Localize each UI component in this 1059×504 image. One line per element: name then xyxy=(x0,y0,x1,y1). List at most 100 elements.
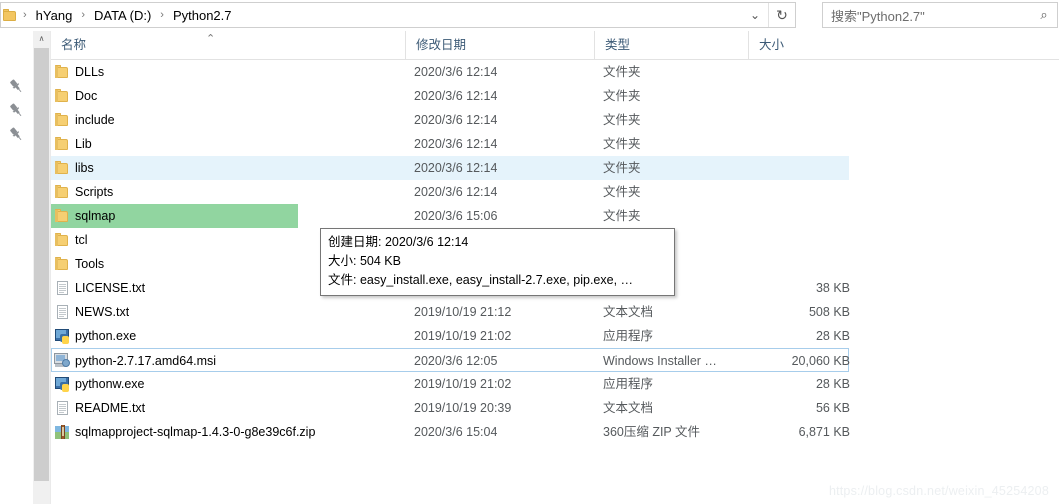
folder-tooltip: 创建日期: 2020/3/6 12:14 大小: 504 KB 文件: easy… xyxy=(320,228,675,296)
cell-type: 应用程序 xyxy=(603,377,654,391)
cell-size: 6,871 KB xyxy=(798,425,850,439)
table-row[interactable]: NEWS.txt 2019/10/19 21:12 文本文档 508 KB xyxy=(51,300,850,324)
breadcrumb-separator-0: › xyxy=(23,9,27,21)
table-row[interactable]: sqlmapproject-sqlmap-1.4.3-0-g8e39c6f.zi… xyxy=(51,420,850,444)
table-row[interactable]: python.exe 2019/10/19 21:02 应用程序 28 KB xyxy=(51,324,850,348)
table-row[interactable]: README.txt 2019/10/19 20:39 文本文档 56 KB xyxy=(51,396,850,420)
pin-icon[interactable] xyxy=(8,126,25,143)
folder-icon xyxy=(54,88,71,104)
sort-ascending-icon: ⌃ xyxy=(206,33,216,45)
scrollbar-thumb[interactable] xyxy=(34,48,49,481)
breadcrumb-separator-2: › xyxy=(160,9,164,21)
navigation-scrollbar[interactable]: ∧ xyxy=(33,31,51,504)
zip-archive-icon xyxy=(54,424,71,440)
column-header-type[interactable]: 类型 xyxy=(594,31,748,59)
breadcrumb-python27[interactable]: Python2.7 xyxy=(170,6,235,25)
pin-icon[interactable] xyxy=(8,102,25,119)
file-explorer-window: › hYang › DATA (D:) › Python2.7 ⌄ ↻ 搜索"P… xyxy=(0,0,1059,504)
cell-type: 文件夹 xyxy=(603,185,641,199)
row-occluded-cells: 2020/3/6 15:06 文件夹 xyxy=(51,204,849,228)
python-exe-icon xyxy=(54,328,71,344)
cell-size: 20,060 KB xyxy=(791,354,850,368)
cell-date: 2019/10/19 21:12 xyxy=(414,305,512,319)
cell-date: 2020/3/6 12:14 xyxy=(414,161,498,175)
address-bar[interactable]: › hYang › DATA (D:) › Python2.7 ⌄ ↻ xyxy=(0,2,796,28)
search-input[interactable]: 搜索"Python2.7" xyxy=(823,6,1031,25)
column-header-date[interactable]: 修改日期 xyxy=(405,31,594,59)
table-row[interactable]: python-2.7.17.amd64.msi 2020/3/6 12:05 Win… xyxy=(51,348,850,372)
text-document-icon xyxy=(54,304,71,320)
scroll-up-icon[interactable]: ∧ xyxy=(33,31,50,47)
folder-icon xyxy=(54,184,71,200)
table-row[interactable]: pythonw.exe 2019/10/19 21:02 应用程序 28 KB xyxy=(51,372,850,396)
cell-type: 文件夹 xyxy=(603,89,641,103)
cell-type: 文件夹 xyxy=(603,161,641,175)
watermark: https://blog.csdn.net/weixin_45254208 xyxy=(828,484,1049,498)
column-header-name[interactable]: 名称 ⌃ xyxy=(51,31,405,59)
column-header-size[interactable]: 大小 xyxy=(748,31,850,59)
table-row[interactable]: Doc 2020/3/6 12:14 文件夹 xyxy=(51,84,849,108)
folder-icon xyxy=(3,9,17,21)
cell-date: 2020/3/6 15:04 xyxy=(414,425,498,439)
cell-date: 2019/10/19 20:39 xyxy=(414,401,512,415)
breadcrumb-data-d[interactable]: DATA (D:) xyxy=(91,6,154,25)
folder-icon xyxy=(54,160,71,176)
cell-type: 文本文档 xyxy=(603,305,654,319)
cell-name: DLLs xyxy=(75,65,105,79)
cell-size: 508 KB xyxy=(808,305,850,319)
table-row[interactable]: include 2020/3/6 12:14 文件夹 xyxy=(51,108,849,132)
cell-date: 2019/10/19 21:02 xyxy=(414,377,512,391)
cell-type: 文件夹 xyxy=(603,65,641,79)
search-icon[interactable]: ⌕ xyxy=(1031,7,1057,23)
folder-icon xyxy=(54,232,71,248)
folder-icon xyxy=(54,256,71,272)
breadcrumb-hyang[interactable]: hYang xyxy=(33,6,76,25)
text-document-icon xyxy=(54,280,71,296)
cell-size: 56 KB xyxy=(815,401,850,415)
cell-size xyxy=(757,180,850,204)
table-row[interactable]: libs 2020/3/6 12:14 文件夹 xyxy=(51,156,849,180)
folder-icon xyxy=(54,208,71,224)
cell-size: 28 KB xyxy=(815,329,850,343)
cell-size xyxy=(757,228,850,252)
cell-name: python.exe xyxy=(75,329,137,343)
cell-name: sqlmapproject-sqlmap-1.4.3-0-g8e39c6f.zi… xyxy=(75,425,316,439)
cell-name: Doc xyxy=(75,89,98,103)
cell-name: python-2.7.17.amd64.msi xyxy=(75,354,217,368)
cell-date: 2020/3/6 12:14 xyxy=(414,89,498,103)
column-header-row: 名称 ⌃ 修改日期 类型 大小 xyxy=(51,31,1059,60)
cell-size: 28 KB xyxy=(815,377,850,391)
cell-name: include xyxy=(75,113,115,127)
cell-type: 文件夹 xyxy=(603,209,641,223)
msi-installer-icon xyxy=(54,352,71,368)
column-header-name-label: 名称 xyxy=(61,38,87,52)
cell-type: 文件夹 xyxy=(603,113,641,127)
cell-size xyxy=(757,108,850,132)
table-row[interactable]: DLLs 2020/3/6 12:14 文件夹 xyxy=(51,60,849,84)
cell-name: libs xyxy=(75,161,94,175)
cell-date: 2020/3/6 12:14 xyxy=(414,137,498,151)
search-box[interactable]: 搜索"Python2.7" ⌕ xyxy=(822,2,1058,28)
table-row[interactable]: Scripts 2020/3/6 12:14 文件夹 xyxy=(51,180,849,204)
cell-name: Lib xyxy=(75,137,92,151)
cell-date: 2020/3/6 12:05 xyxy=(414,354,498,368)
cell-date: 2020/3/6 15:06 xyxy=(414,209,498,223)
cell-name: NEWS.txt xyxy=(75,305,130,319)
cell-type: Windows Installer … xyxy=(603,354,717,368)
breadcrumb-separator-1: › xyxy=(81,9,85,21)
folder-icon xyxy=(54,112,71,128)
navigation-pane xyxy=(0,31,34,504)
cell-name: Tools xyxy=(75,257,105,271)
refresh-icon[interactable]: ↻ xyxy=(768,3,795,27)
cell-date: 2020/3/6 12:14 xyxy=(414,65,498,79)
tooltip-files: 文件: easy_install.exe, easy_install-2.7.e… xyxy=(328,273,634,287)
cell-type: 文本文档 xyxy=(603,401,654,415)
cell-date: 2019/10/19 21:02 xyxy=(414,329,512,343)
cell-date: 2020/3/6 12:14 xyxy=(414,113,498,127)
table-row[interactable]: sqlmap 2020/3/6 15:06 文件夹 xyxy=(51,204,849,228)
chevron-down-icon[interactable]: ⌄ xyxy=(742,3,768,27)
python-exe-icon xyxy=(54,376,71,392)
cell-name: tcl xyxy=(75,233,88,247)
pin-icon[interactable] xyxy=(8,78,25,95)
table-row[interactable]: Lib 2020/3/6 12:14 文件夹 xyxy=(51,132,849,156)
